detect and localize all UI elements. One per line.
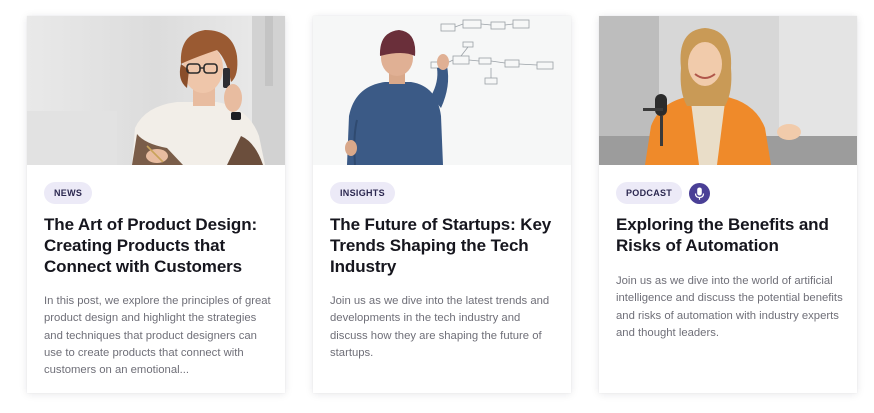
category-badge[interactable]: NEWS — [44, 182, 93, 204]
microphone-icon[interactable] — [689, 182, 711, 204]
category-badge[interactable]: PODCAST — [616, 182, 683, 204]
card-description: Join us as we dive into the latest trend… — [330, 295, 550, 359]
card-body: INSIGHTS The Future of Startups: Key Tre… — [330, 182, 557, 362]
card-description: In this post, we explore the principles … — [44, 295, 271, 377]
woman-with-glasses-on-phone-photo[interactable] — [27, 16, 285, 165]
card-title[interactable]: The Art of Product Design: Creating Prod… — [44, 214, 271, 277]
card-title[interactable]: The Future of Startups: Key Trends Shapi… — [330, 214, 557, 277]
card-title[interactable]: Exploring the Benefits and Risks of Auto… — [616, 214, 843, 256]
woman-podcasting-photo[interactable] — [599, 16, 857, 165]
man-at-whiteboard-photo[interactable] — [313, 16, 571, 165]
card-description: Join us as we dive into the world of art… — [616, 275, 843, 339]
blog-card-podcast[interactable]: PODCAST Exploring the Benefits and Risks… — [599, 16, 857, 393]
card-tags: NEWS — [44, 182, 271, 204]
blog-card-grid: NEWS The Art of Product Design: Creating… — [0, 0, 874, 413]
card-body: NEWS The Art of Product Design: Creating… — [44, 182, 271, 379]
category-badge[interactable]: INSIGHTS — [330, 182, 395, 204]
blog-card-news[interactable]: NEWS The Art of Product Design: Creating… — [27, 16, 285, 393]
card-tags: PODCAST — [616, 182, 843, 204]
card-tags: INSIGHTS — [330, 182, 557, 204]
blog-card-insights[interactable]: INSIGHTS The Future of Startups: Key Tre… — [313, 16, 571, 393]
card-body: PODCAST Exploring the Benefits and Risks… — [616, 182, 843, 342]
